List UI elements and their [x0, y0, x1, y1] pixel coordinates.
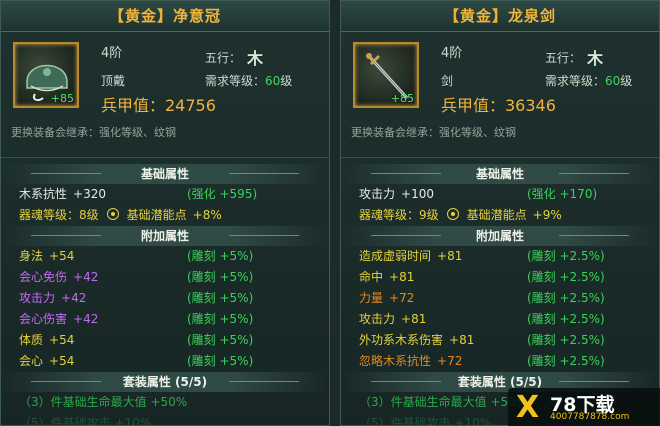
soul-dot-icon: [446, 208, 459, 220]
attribute-name: 攻击力 +81: [359, 312, 427, 326]
equipment-tooltip-left: 【黄金】净意冠 +85 4阶 五行： 木 顶戴 需求等级：60级 兵甲值：2475…: [0, 0, 330, 426]
attribute-bonus: (雕刻 +2.5%): [527, 333, 605, 347]
soul-level: 器魂等级：8级 基础潜能点 +8%: [19, 208, 222, 222]
extra-attributes-header: 附加属性: [341, 226, 659, 246]
required-level-unit: 级: [620, 74, 633, 88]
equipment-tooltip-right: 【黄金】龙泉剑 +85 4阶 五行： 木 剑 需求等级：60级 兵甲值：36346…: [340, 0, 660, 426]
extra-attribute-row: 身法 +54 (雕刻 +5%): [1, 246, 329, 267]
item-title: 【黄金】净意冠: [1, 1, 329, 32]
attribute-bonus: (强化 +595): [187, 187, 258, 201]
required-level-value: 60: [605, 74, 621, 88]
armor-power: 兵甲值：36346: [441, 96, 556, 115]
attribute-name: 造成虚弱时间 +81: [359, 249, 463, 263]
attribute-name: 攻击力 +100: [359, 187, 434, 201]
inherit-note: 更换装备会继承：强化等级、纹钢: [341, 118, 659, 158]
attribute-bonus: (雕刻 +2.5%): [527, 354, 605, 368]
required-level: 需求等级：60级: [545, 72, 632, 89]
extra-attribute-row: 会心伤害 +42 (雕刻 +5%): [1, 309, 329, 330]
extra-attribute-row: 力量 +72 (雕刻 +2.5%): [341, 288, 659, 309]
required-level: 需求等级：60级: [205, 72, 292, 89]
item-subtype: 剑: [441, 74, 454, 88]
element-field: 五行： 木: [545, 45, 603, 69]
extra-attribute-row: 忽略木系抗性 +72 (雕刻 +2.5%): [341, 351, 659, 372]
wood-element-glyph: 木: [587, 49, 604, 68]
enhance-level: +85: [50, 92, 74, 105]
extra-attribute-row: 攻击力 +81 (雕刻 +2.5%): [341, 309, 659, 330]
attribute-name: 体质 +54: [19, 333, 75, 347]
helmet-icon[interactable]: +85: [13, 42, 79, 108]
set-bonus-line: （3）件基础生命最大值 +50%: [19, 395, 188, 409]
armor-power: 兵甲值：24756: [101, 96, 216, 115]
extra-attribute-row: 体质 +54 (雕刻 +5%): [1, 330, 329, 351]
attribute-name: 攻击力 +42: [19, 291, 87, 305]
attribute-name: 会心免伤 +42: [19, 270, 99, 284]
attribute-bonus: (雕刻 +5%): [187, 312, 254, 326]
extra-attributes-header: 附加属性: [1, 226, 329, 246]
extra-attribute-row: 命中 +81 (雕刻 +2.5%): [341, 267, 659, 288]
extra-attribute-row: 造成虚弱时间 +81 (雕刻 +2.5%): [341, 246, 659, 267]
soul-level-row: 器魂等级：9级 基础潜能点 +9%: [341, 205, 659, 226]
base-attribute-row: 木系抗性 +320 (强化 +595): [1, 184, 329, 205]
item-header: +85 4阶 五行： 木 剑 需求等级：60级 兵甲值：36346: [341, 32, 659, 118]
extra-attribute-row: 外功系木系伤害 +81 (雕刻 +2.5%): [341, 330, 659, 351]
attribute-bonus: (雕刻 +2.5%): [527, 312, 605, 326]
attribute-name: 会心伤害 +42: [19, 312, 99, 326]
attribute-name: 身法 +54: [19, 249, 75, 263]
attribute-name: 木系抗性 +320: [19, 187, 106, 201]
attribute-bonus: (雕刻 +5%): [187, 354, 254, 368]
watermark-logo-icon: X: [516, 390, 540, 425]
attribute-bonus: (雕刻 +5%): [187, 270, 254, 284]
element-field: 五行： 木: [205, 45, 263, 69]
extra-attribute-row: 攻击力 +42 (雕刻 +5%): [1, 288, 329, 309]
soul-dot-icon: [106, 208, 119, 220]
set-attributes-header: 套装属性 (5/5): [1, 372, 329, 392]
attribute-bonus: (雕刻 +5%): [187, 333, 254, 347]
attribute-bonus: (强化 +170): [527, 187, 598, 201]
base-attributes-header: 基础属性: [1, 164, 329, 184]
attribute-bonus: (雕刻 +2.5%): [527, 249, 605, 263]
element-label: 五行：: [205, 51, 242, 65]
site-watermark: X 78下载 4007787878.com: [508, 388, 660, 426]
inherit-note: 更换装备会继承：强化等级、纹钢: [1, 118, 329, 158]
attribute-bonus: (雕刻 +2.5%): [527, 291, 605, 305]
attribute-name: 外功系木系伤害 +81: [359, 333, 475, 347]
attribute-name: 力量 +72: [359, 291, 415, 305]
attribute-name: 会心 +54: [19, 354, 75, 368]
required-level-label: 需求等级：: [205, 74, 266, 88]
set-bonus-line: （5）件基础攻击 +10%: [19, 416, 152, 426]
item-title: 【黄金】龙泉剑: [341, 1, 659, 32]
extra-attribute-row: 会心 +54 (雕刻 +5%): [1, 351, 329, 372]
extra-attribute-list: 造成虚弱时间 +81 (雕刻 +2.5%) 命中 +81 (雕刻 +2.5%) 力量 +72 (…: [341, 246, 659, 372]
item-subtype: 顶戴: [101, 74, 126, 88]
element-label: 五行：: [545, 51, 582, 65]
soul-level: 器魂等级：9级 基础潜能点 +9%: [359, 208, 562, 222]
attribute-name: 忽略木系抗性 +72: [359, 354, 463, 368]
extra-attribute-list: 身法 +54 (雕刻 +5%) 会心免伤 +42 (雕刻 +5%) 攻击力 +42 (雕刻 +5…: [1, 246, 329, 372]
attribute-bonus: (雕刻 +5%): [187, 249, 254, 263]
required-level-value: 60: [265, 74, 281, 88]
required-level-unit: 级: [280, 74, 293, 88]
item-tier: 4阶: [101, 46, 123, 61]
required-level-label: 需求等级：: [545, 74, 606, 88]
wood-element-glyph: 木: [247, 49, 264, 68]
extra-attribute-row: 会心免伤 +42 (雕刻 +5%): [1, 267, 329, 288]
attribute-name: 命中 +81: [359, 270, 415, 284]
attribute-bonus: (雕刻 +5%): [187, 291, 254, 305]
enhance-level: +85: [390, 92, 414, 105]
base-attribute-row: 攻击力 +100 (强化 +170): [341, 184, 659, 205]
sword-icon[interactable]: +85: [353, 42, 419, 108]
watermark-url: 4007787878.com: [550, 412, 630, 422]
soul-level-row: 器魂等级：8级 基础潜能点 +8%: [1, 205, 329, 226]
attribute-bonus: (雕刻 +2.5%): [527, 270, 605, 284]
item-header: +85 4阶 五行： 木 顶戴 需求等级：60级 兵甲值：24756: [1, 32, 329, 118]
item-tier: 4阶: [441, 46, 463, 61]
base-attributes-header: 基础属性: [341, 164, 659, 184]
